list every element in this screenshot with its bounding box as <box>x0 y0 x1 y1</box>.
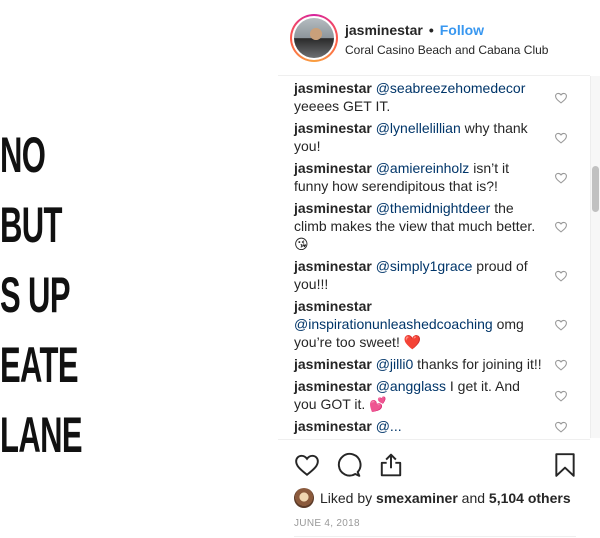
post-image-text-line: S UP <box>0 267 70 323</box>
comment-mention[interactable]: @jilli0 <box>376 356 414 372</box>
comments-scrollbar[interactable] <box>590 76 600 438</box>
post-image-text-line: BUT <box>0 197 62 253</box>
comment-text: yeeees GET IT. <box>294 98 391 114</box>
comment-item: jasminestar @themidnightdeer the climb m… <box>278 199 590 254</box>
comment-like-heart-icon[interactable] <box>554 420 568 433</box>
comment-item: jasminestar @inspirationunleashedcoachin… <box>278 297 590 352</box>
post-image-text-line: LANE <box>0 407 83 463</box>
liker-username[interactable]: smexaminer <box>376 490 458 506</box>
comment-mention[interactable]: @inspirationunleashedcoaching <box>294 316 493 332</box>
comment-text: thanks for joining it!! <box>413 356 542 372</box>
comment-bubble-icon[interactable] <box>336 452 362 478</box>
comment-item: jasminestar @jilli0 thanks for joining i… <box>278 355 590 374</box>
comment-username[interactable]: jasminestar <box>294 378 372 394</box>
comment-like-heart-icon[interactable] <box>554 91 568 104</box>
comment-item: jasminestar @simply1grace proud of you!!… <box>278 257 590 294</box>
comment-like-heart-icon[interactable] <box>554 269 568 282</box>
comment-item: jasminestar @lynellelillian why thank yo… <box>278 119 590 156</box>
avatar[interactable] <box>290 14 338 62</box>
follow-button[interactable]: Follow <box>440 22 484 38</box>
comment-emoji: 💕 <box>369 397 387 413</box>
comment-like-heart-icon[interactable] <box>554 389 568 402</box>
post-header: jasminestar • Follow Coral Casino Beach … <box>278 0 590 76</box>
bookmark-icon[interactable] <box>552 452 578 478</box>
comment-like-heart-icon[interactable] <box>554 318 568 331</box>
comment-like-heart-icon[interactable] <box>554 358 568 371</box>
comment-username[interactable]: jasminestar <box>294 418 372 434</box>
scrollbar-thumb[interactable] <box>592 166 599 212</box>
likes-prefix: Liked by <box>320 490 377 506</box>
like-heart-icon[interactable] <box>294 452 320 478</box>
comment-mention[interactable]: @amiereinholz <box>376 160 470 176</box>
avatar-photo <box>294 18 334 58</box>
comment-username[interactable]: jasminestar <box>294 356 372 372</box>
comment-item: jasminestar @... <box>278 417 590 436</box>
divider <box>294 536 576 537</box>
post-date[interactable]: JUNE 4, 2018 <box>294 518 360 529</box>
liker-avatar[interactable] <box>294 488 314 508</box>
comment-emoji: 😘 <box>294 237 309 253</box>
comment-username[interactable]: jasminestar <box>294 120 372 136</box>
comment-like-heart-icon[interactable] <box>554 131 568 144</box>
likes-count-link[interactable]: 5,104 others <box>489 490 571 506</box>
comment-mention[interactable]: @simply1grace <box>376 258 473 274</box>
comment-mention[interactable]: @themidnightdeer <box>376 200 491 216</box>
share-icon[interactable] <box>378 452 404 478</box>
separator-dot: • <box>428 22 434 38</box>
comment-item: jasminestar @amiereinholz isn’t it funny… <box>278 159 590 196</box>
comment-username[interactable]: jasminestar <box>294 80 372 96</box>
comment-like-heart-icon[interactable] <box>554 220 568 233</box>
header-username[interactable]: jasminestar <box>345 22 423 38</box>
post-image-text-line: EATE <box>0 337 79 393</box>
post-image[interactable]: NO BUT S UP EATE LANE <box>0 0 278 538</box>
post-image-text-line: NO <box>0 127 46 183</box>
action-bar <box>278 439 590 485</box>
location-link[interactable]: Coral Casino Beach and Cabana Club <box>345 43 548 57</box>
comment-like-heart-icon[interactable] <box>554 171 568 184</box>
comment-username[interactable]: jasminestar <box>294 298 372 314</box>
likes-middle: and <box>457 490 489 506</box>
comment-item: jasminestar @angglass I get it. And you … <box>278 377 590 414</box>
comment-mention[interactable]: @lynellelillian <box>376 120 461 136</box>
comment-mention[interactable]: @seabreezehomedecor <box>376 80 526 96</box>
comment-username[interactable]: jasminestar <box>294 258 372 274</box>
comments-list[interactable]: jasminestar @seabreezehomedecor yeeees G… <box>278 77 590 439</box>
comment-item: jasminestar @seabreezehomedecor yeeees G… <box>278 79 590 116</box>
comment-username[interactable]: jasminestar <box>294 200 372 216</box>
comment-emoji: ❤️ <box>403 335 422 351</box>
post-side-panel: jasminestar • Follow Coral Casino Beach … <box>278 0 600 538</box>
likes-summary: Liked by smexaminer and 5,104 others <box>294 488 571 508</box>
comment-username[interactable]: jasminestar <box>294 160 372 176</box>
comment-mention[interactable]: @... <box>376 418 402 434</box>
comment-mention[interactable]: @angglass <box>376 378 446 394</box>
